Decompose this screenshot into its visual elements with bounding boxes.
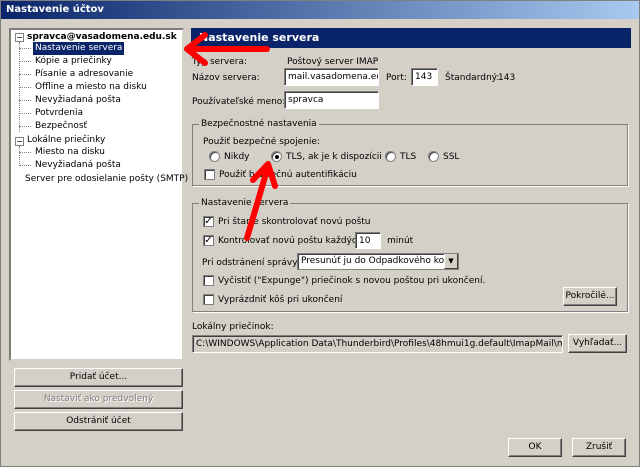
radio-tls[interactable] [385, 151, 396, 162]
local-folder-path[interactable]: C:\WINDOWS\Application Data\Thunderbird\… [192, 335, 563, 353]
tree-item-receipts[interactable]: Potvrdenia [35, 107, 83, 120]
check-every-checkbox[interactable]: ✓ [203, 235, 214, 246]
default-port-value: 143 [498, 73, 516, 83]
radio-never[interactable] [209, 151, 220, 162]
on-delete-label: Pri odstránení správy: [202, 258, 300, 268]
tree-item-copies-folders[interactable]: Kópie a priečinky [35, 55, 112, 68]
radio-ssl[interactable] [428, 151, 439, 162]
empty-trash-checkbox[interactable] [203, 294, 214, 305]
chevron-down-icon[interactable]: ▼ [444, 254, 458, 269]
expunge-label: Vyčistiť ("Expunge") priečinok s novou p… [218, 276, 486, 286]
advanced-button[interactable]: Pokročilé... [563, 287, 617, 306]
collapse-account-icon[interactable]: − [15, 33, 24, 42]
server-name-input[interactable]: mail.vasadomena.edu. [284, 68, 379, 86]
browse-button[interactable]: Vyhľadať... [568, 334, 627, 353]
expunge-checkbox[interactable] [203, 275, 214, 286]
username-input[interactable]: spravca [284, 91, 379, 109]
server-name-label: Názov servera: [192, 73, 260, 83]
tree-item-disk-space[interactable]: Miesto na disku [35, 146, 105, 159]
secure-auth-checkbox[interactable] [204, 169, 215, 180]
tree-item-security[interactable]: Bezpečnosť [35, 120, 87, 133]
tree-item-server-settings[interactable]: Nastavenie servera [33, 42, 125, 55]
server-type-value: Poštový server IMAP [287, 57, 379, 67]
minutes-input[interactable]: 10 [355, 232, 381, 249]
annotation-arrow-icon [244, 161, 278, 241]
port-input[interactable]: 143 [411, 68, 438, 86]
port-label: Port: [386, 73, 407, 83]
tree-smtp[interactable]: Server pre odosielanie pošty (SMTP) [25, 173, 188, 186]
radio-tls-label: TLS [400, 152, 417, 162]
radio-tls-if-available-label: TLS, ak je k dispozícii [286, 152, 382, 162]
tree-item-junk[interactable]: Nevyžiadaná pošta [35, 94, 121, 107]
default-port-label: Štandardný: [445, 73, 500, 83]
minutes-label: minút [387, 236, 414, 246]
account-tree[interactable]: − spravca@vasadomena.edu.sk Nastavenie s… [9, 28, 188, 361]
empty-trash-label: Vyprázdniť kôš pri ukončení [218, 295, 343, 305]
on-delete-value: Presunúť ju do Odpadkového koša [301, 256, 455, 266]
collapse-local-icon[interactable]: − [15, 137, 24, 146]
tree-item-local-junk[interactable]: Nevyžiadaná pošta [35, 159, 121, 172]
cancel-button[interactable]: Zrušiť [572, 438, 626, 457]
ok-button[interactable]: OK [508, 438, 562, 457]
radio-ssl-label: SSL [443, 152, 460, 162]
window-title: Nastavenie účtov [1, 1, 639, 19]
on-delete-select[interactable]: Presunúť ju do Odpadkového koša ▼ [297, 253, 459, 270]
account-settings-window: Nastavenie účtov − spravca@vasadomena.ed… [0, 0, 640, 467]
remove-account-button[interactable]: Odstrániť účet [14, 412, 183, 431]
add-account-button[interactable]: Pridať účet... [14, 368, 183, 387]
use-secure-label: Použiť bezpečné spojenie: [203, 137, 320, 147]
tree-item-offline-disk[interactable]: Offline a miesto na disku [35, 81, 147, 94]
tree-item-composition[interactable]: Písanie a adresovanie [35, 68, 133, 81]
local-folder-label: Lokálny priečinok: [192, 322, 274, 332]
set-default-button[interactable]: Nastaviť ako predvolený [14, 390, 183, 409]
username-label: Používateľské meno: [192, 97, 286, 107]
security-group-title: Bezpečnostné nastavenia [199, 118, 319, 130]
annotation-arrow-icon [184, 32, 270, 66]
check-startup-checkbox[interactable]: ✓ [203, 216, 214, 227]
